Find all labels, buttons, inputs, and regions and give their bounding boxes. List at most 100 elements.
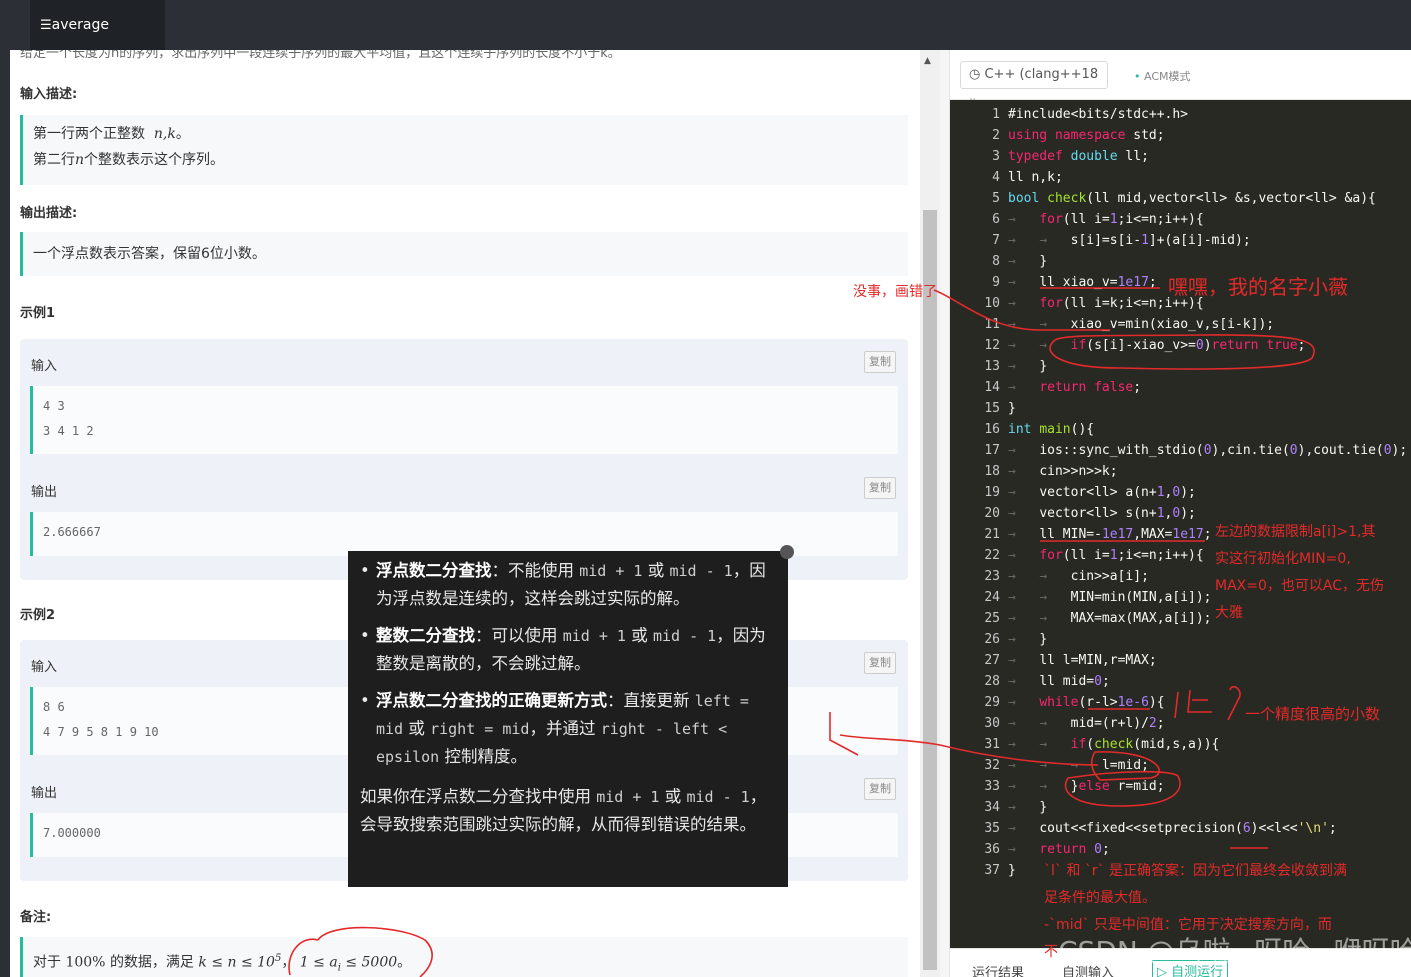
line-number: 20	[984, 506, 1000, 521]
example1-input: 4 3 3 4 1 2	[30, 386, 898, 454]
code-line[interactable]: 34 → }	[950, 797, 1411, 818]
input-desc-text2: 第二行	[33, 152, 75, 168]
scrollbar-thumb[interactable]	[923, 210, 937, 970]
line-number: 21	[984, 527, 1000, 542]
annotation-wrong: 没事，画错了	[853, 284, 937, 300]
left-edge	[0, 0, 10, 977]
note-math4: ≤ 5000	[340, 954, 398, 971]
popup-text: 可以使用	[491, 626, 563, 645]
code-text: → for(ll i=1;i<=n;i++){	[1008, 548, 1204, 563]
problem-title-tab[interactable]: ☰average	[30, 0, 165, 50]
code-line[interactable]: 31 → → if(check(mid,s,a)){	[950, 734, 1411, 755]
line-number: 13	[984, 359, 1000, 374]
code-text: → cin>>n>>k;	[1008, 464, 1118, 479]
copy-button[interactable]: 复制	[864, 351, 896, 373]
popup-text: 或	[403, 719, 431, 738]
pane-divider[interactable]	[940, 50, 950, 977]
example2-input-label: 输入	[31, 660, 58, 675]
line-number: 30	[984, 716, 1000, 731]
code-line[interactable]: 28 → ll mid=0;	[950, 671, 1411, 692]
code-line[interactable]: 36 → return 0;	[950, 839, 1411, 860]
left-scrollbar[interactable]: ▲	[920, 50, 940, 977]
note-math2: k ≤ n ≤ 10	[198, 954, 275, 971]
output-desc-text: 一个浮点数表示答案，保留6位小数。	[33, 246, 266, 262]
popup-code: mid + 1	[579, 562, 643, 580]
popup-sep: ：	[607, 691, 624, 710]
code-line[interactable]: 35 → cout<<fixed<<setprecision(6)<<l<<'\n…	[950, 818, 1411, 839]
code-line[interactable]: 32 → → → l=mid;	[950, 755, 1411, 776]
scroll-up-arrow-icon[interactable]: ▲	[924, 56, 931, 66]
line-number: 34	[984, 800, 1000, 815]
code-text: → ll mid=0;	[1008, 674, 1110, 689]
code-text: → → }else r=mid;	[1008, 779, 1165, 794]
annotation-line: 大雅	[1215, 605, 1243, 621]
code-line[interactable]: 5 bool check(ll mid,vector<ll> &s,vector<…	[950, 188, 1411, 209]
code-line[interactable]: 1 #include<bits/stdc++.h>	[950, 104, 1411, 125]
code-line[interactable]: 13 → }	[950, 356, 1411, 377]
input-desc-math2: n	[75, 152, 85, 168]
input-desc-math: n,k	[153, 126, 176, 142]
output-desc-block: 一个浮点数表示答案，保留6位小数。	[20, 232, 908, 276]
code-line[interactable]: 17 → ios::sync_with_stdio(0),cin.tie(0),c…	[950, 440, 1411, 461]
code-line[interactable]: 15}	[950, 398, 1411, 419]
code-text: typedef double ll;	[1008, 149, 1149, 164]
problem-title: average	[51, 17, 109, 33]
code-line[interactable]: 11 → → xiao_v=min(xiao_v,s[i-k]);	[950, 314, 1411, 335]
example2-output-label: 输出	[31, 786, 58, 801]
code-text: bool check(ll mid,vector<ll> &s,vector<l…	[1008, 191, 1376, 206]
acm-mode-badge[interactable]: • ACM模式	[1134, 68, 1191, 84]
line-number: 5	[992, 191, 1000, 206]
code-line[interactable]: 2 using namespace std;	[950, 125, 1411, 146]
code-line[interactable]: 3 typedef double ll;	[950, 146, 1411, 167]
code-text: → → if(check(mid,s,a)){	[1008, 737, 1220, 752]
clock-icon: ◷	[969, 67, 981, 82]
code-text: → vector<ll> s(n+1,0);	[1008, 506, 1196, 521]
code-line[interactable]: 14 → return false;	[950, 377, 1411, 398]
annotation-precision: 一个精度很高的小数	[1245, 705, 1381, 723]
code-line[interactable]: 8 → }	[950, 251, 1411, 272]
code-text: → vector<ll> a(n+1,0);	[1008, 485, 1196, 500]
line-number: 29	[984, 695, 1000, 710]
input-desc-label: 输入描述:	[20, 87, 78, 102]
line-number: 15	[984, 401, 1000, 416]
line-number: 7	[992, 233, 1000, 248]
code-text: → }	[1008, 800, 1048, 815]
language-value: C++ (clang++18	[984, 67, 1099, 82]
code-text: using namespace std;	[1008, 128, 1165, 143]
popup-item: 浮点数二分查找：不能使用 mid + 1 或 mid - 1，因为浮点数是连续的…	[360, 557, 780, 612]
code-line[interactable]: 33 → → }else r=mid;	[950, 776, 1411, 797]
code-line[interactable]: 26 → }	[950, 629, 1411, 650]
code-line[interactable]: 19 → vector<ll> a(n+1,0);	[950, 482, 1411, 503]
code-text: }	[1008, 401, 1016, 416]
popup-item: 浮点数二分查找的正确更新方式：直接更新 left = mid 或 right =…	[360, 687, 780, 771]
line-number: 31	[984, 737, 1000, 752]
note-math: 100%	[65, 954, 106, 971]
code-line[interactable]: 16 int main(){	[950, 419, 1411, 440]
line-number: 37	[984, 863, 1000, 878]
code-text: → → MIN=min(MIN,a[i]);	[1008, 590, 1212, 605]
acm-mode-label: ACM模式	[1144, 70, 1191, 83]
code-line[interactable]: 27 → ll l=MIN,r=MAX;	[950, 650, 1411, 671]
copy-button[interactable]: 复制	[864, 652, 896, 674]
menu-icon[interactable]: ☰	[40, 18, 52, 33]
popup-text: 不能使用	[508, 561, 580, 580]
popup-corner-icon[interactable]	[780, 545, 794, 559]
run-result-tab[interactable]: 运行结果	[972, 962, 1024, 977]
annotation-min-max: 左边的数据限制a[i]>1,其 实这行初始化MIN=0, MAX=0，也可以AC…	[1215, 519, 1384, 627]
code-line[interactable]: 18 → cin>>n>>k;	[950, 461, 1411, 482]
code-line[interactable]: 4 ll n,k;	[950, 167, 1411, 188]
language-select[interactable]: ◷ C++ (clang++18 ∨	[960, 61, 1108, 107]
line-number: 28	[984, 674, 1000, 689]
popup-code: mid + 1	[596, 788, 660, 806]
note-label: 备注:	[20, 910, 52, 925]
code-text: → → if(s[i]-xiao_v>=0)return true;	[1008, 338, 1306, 353]
copy-button[interactable]: 复制	[864, 477, 896, 499]
code-line[interactable]: 12 → → if(s[i]-xiao_v>=0)return true;	[950, 335, 1411, 356]
code-line[interactable]: 7 → → s[i]=s[i-1]+(a[i]-mid);	[950, 230, 1411, 251]
copy-button[interactable]: 复制	[864, 778, 896, 800]
input-desc-text: 第一行两个正整数	[33, 126, 145, 142]
code-text: → → cin>>a[i];	[1008, 569, 1149, 584]
popup-text: ，并通过	[529, 719, 601, 738]
code-line[interactable]: 6 → for(ll i=1;i<=n;i++){	[950, 209, 1411, 230]
popup-text: 或	[642, 561, 670, 580]
